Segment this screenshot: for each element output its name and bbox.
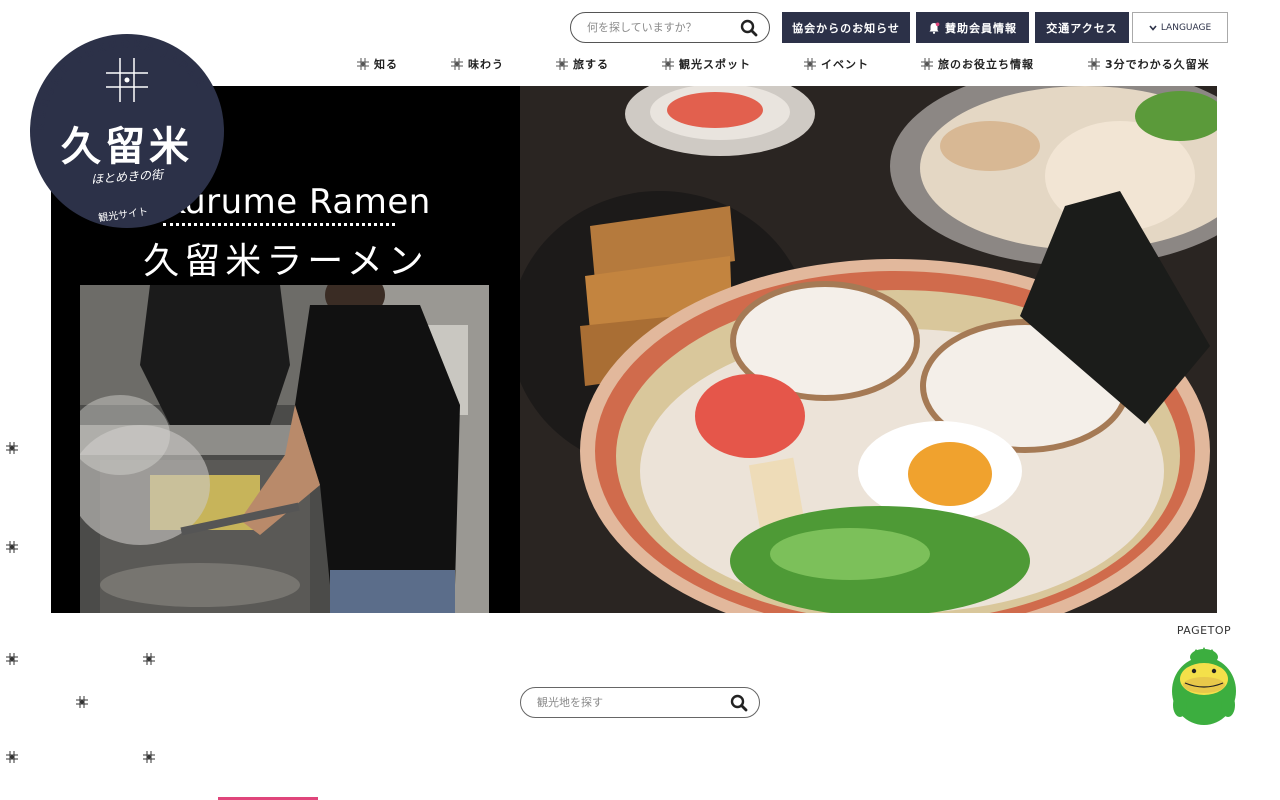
- language-select[interactable]: LANGUAGE: [1132, 12, 1228, 43]
- pagetop-button[interactable]: PAGETOP: [1168, 624, 1240, 731]
- sparkle-icon: [662, 58, 674, 70]
- sparkle-icon: [6, 541, 18, 553]
- site-logo[interactable]: KURUME FUKUOKA JAPAN 久留米 ほとめきの街 観光サイト: [14, 18, 240, 244]
- nav-item-travel-info[interactable]: 旅のお役立ち情報: [921, 56, 1034, 72]
- search-icon: [740, 19, 758, 36]
- nav-item-label: 知る: [374, 58, 398, 71]
- member-info-button[interactable]: 賛助会員情報: [916, 12, 1029, 43]
- search-icon: [730, 694, 748, 711]
- header-search-input[interactable]: [587, 21, 739, 34]
- nav-item-label: 旅する: [573, 58, 609, 71]
- notice-button-label: 協会からのお知らせ: [792, 21, 900, 35]
- sparkle-icon: [1088, 58, 1100, 70]
- nav-item-shiru[interactable]: 知る: [357, 56, 398, 72]
- spot-search-box: [520, 687, 760, 718]
- header-search-button[interactable]: [739, 18, 759, 38]
- nav-item-label: 3分でわかる久留米: [1105, 58, 1210, 71]
- sparkle-icon: [143, 751, 155, 763]
- hero-kitchen-photo: [80, 285, 489, 613]
- sparkle-icon: [6, 653, 18, 665]
- access-button[interactable]: 交通アクセス: [1035, 12, 1129, 43]
- sparkle-icon: [357, 58, 369, 70]
- nav-item-events[interactable]: イベント: [804, 56, 869, 72]
- spot-search-button[interactable]: [729, 693, 749, 713]
- sparkle-icon: [6, 442, 18, 454]
- sparkle-icon: [451, 58, 463, 70]
- nav-item-spots[interactable]: 観光スポット: [662, 56, 751, 72]
- sparkle-icon: [143, 653, 155, 665]
- nav-item-label: イベント: [821, 58, 869, 71]
- notice-button[interactable]: 協会からのお知らせ: [782, 12, 910, 43]
- hero-ramen-photo: [520, 86, 1217, 613]
- bell-icon: [929, 22, 940, 34]
- sparkle-icon: [804, 58, 816, 70]
- sparkle-icon: [556, 58, 568, 70]
- member-info-button-label: 賛助会員情報: [945, 21, 1017, 35]
- spot-search-input[interactable]: [537, 696, 729, 709]
- header-search-box: [570, 12, 770, 43]
- access-button-label: 交通アクセス: [1046, 21, 1118, 35]
- sparkle-icon: [6, 751, 18, 763]
- chevron-down-icon: [1149, 24, 1157, 31]
- nav-item-label: 観光スポット: [679, 58, 751, 71]
- nav-item-ajiwau[interactable]: 味わう: [451, 56, 504, 72]
- nav-item-3min-kurume[interactable]: 3分でわかる久留米: [1088, 56, 1210, 72]
- language-label: LANGUAGE: [1160, 22, 1212, 33]
- nav-item-tabisuru[interactable]: 旅する: [556, 56, 609, 72]
- kappa-mascot-icon: [1172, 647, 1236, 725]
- pagetop-label: PAGETOP: [1176, 624, 1232, 637]
- sparkle-icon: [76, 696, 88, 708]
- sparkle-icon: [921, 58, 933, 70]
- nav-item-label: 味わう: [468, 58, 504, 71]
- nav-item-label: 旅のお役立ち情報: [938, 58, 1034, 71]
